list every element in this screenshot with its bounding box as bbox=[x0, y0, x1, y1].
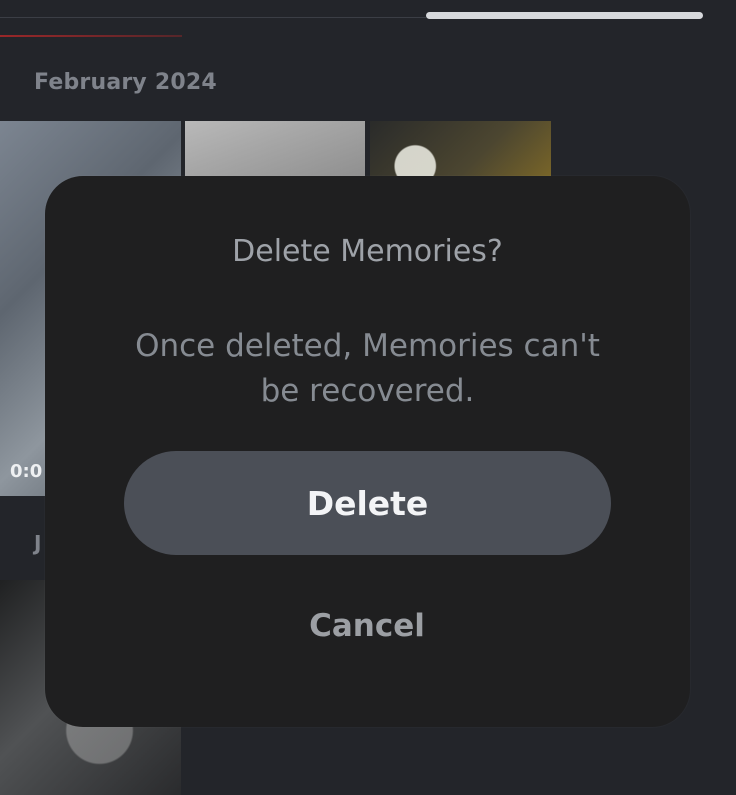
dialog-message: Once deleted, Memories can't be recovere… bbox=[135, 328, 600, 409]
next-month-header: J bbox=[34, 531, 42, 555]
top-divider bbox=[0, 17, 426, 18]
dialog-title: Delete Memories? bbox=[232, 234, 503, 269]
cancel-button[interactable]: Cancel bbox=[267, 598, 467, 654]
delete-button[interactable]: Delete bbox=[124, 451, 611, 555]
delete-memories-dialog: Delete Memories? Once deleted, Memories … bbox=[45, 176, 690, 727]
scroll-indicator[interactable] bbox=[426, 12, 703, 19]
memory-thumbnail[interactable] bbox=[185, 121, 365, 181]
memory-thumbnail[interactable] bbox=[370, 121, 551, 181]
memories-screen: February 2024 0:0 J Delete Memories? Onc… bbox=[0, 0, 736, 795]
month-header: February 2024 bbox=[34, 70, 217, 95]
video-duration: 0:0 bbox=[10, 461, 43, 482]
red-accent-line bbox=[0, 35, 182, 37]
